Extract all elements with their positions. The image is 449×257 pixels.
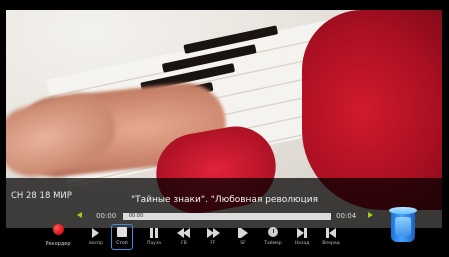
record-button[interactable]: Рекордер [43, 224, 73, 250]
skip-previous-icon [324, 227, 338, 239]
play-label: воспр [89, 241, 103, 246]
play-icon [89, 227, 103, 239]
current-time: 00:00 [96, 212, 117, 220]
progress-bar[interactable]: 00:00 [123, 213, 331, 220]
play-button[interactable]: воспр [85, 225, 107, 253]
tv-player-screen: СН 28 18 МИР "Тайные знаки". "Любовная р… [0, 0, 449, 257]
progress-fill [123, 213, 331, 220]
previous-button[interactable]: Вперед [320, 225, 342, 253]
program-title: "Тайные знаки". "Любовная революция [130, 195, 319, 205]
end-time: 00:04 [336, 212, 357, 220]
skip-next-icon [295, 227, 309, 239]
record-label: Рекордер [45, 241, 71, 247]
clock-icon [266, 227, 280, 239]
stop-label: Стоп [116, 241, 128, 246]
rewind-icon [177, 227, 191, 239]
slow-play-icon [236, 227, 250, 239]
pause-icon [147, 227, 161, 239]
previous-label: Вперед [322, 241, 340, 246]
pause-button[interactable]: Пауза [143, 225, 165, 253]
record-icon [52, 224, 64, 235]
fast-forward-button[interactable]: FF [202, 225, 224, 253]
pause-label: Пауза [147, 241, 161, 246]
timer-button[interactable]: Таймер [262, 225, 284, 253]
seek-back-arrow-icon[interactable] [77, 212, 82, 218]
timer-label: Таймер [264, 241, 282, 246]
seek-forward-arrow-icon[interactable] [368, 212, 373, 218]
slow-button[interactable]: SF [232, 225, 254, 253]
next-label: Назад [294, 241, 310, 246]
fast-forward-label: FF [210, 241, 216, 246]
trash-icon[interactable] [389, 207, 417, 243]
next-button[interactable]: Назад [291, 225, 313, 253]
fast-forward-icon [206, 227, 220, 239]
progress-bar-label: 00:00 [129, 213, 144, 219]
rewind-button[interactable]: FB [173, 225, 195, 253]
slow-label: SF [240, 241, 246, 246]
stop-button[interactable]: Стоп [111, 224, 133, 250]
rewind-label: FB [181, 241, 187, 246]
stop-icon [115, 227, 129, 239]
